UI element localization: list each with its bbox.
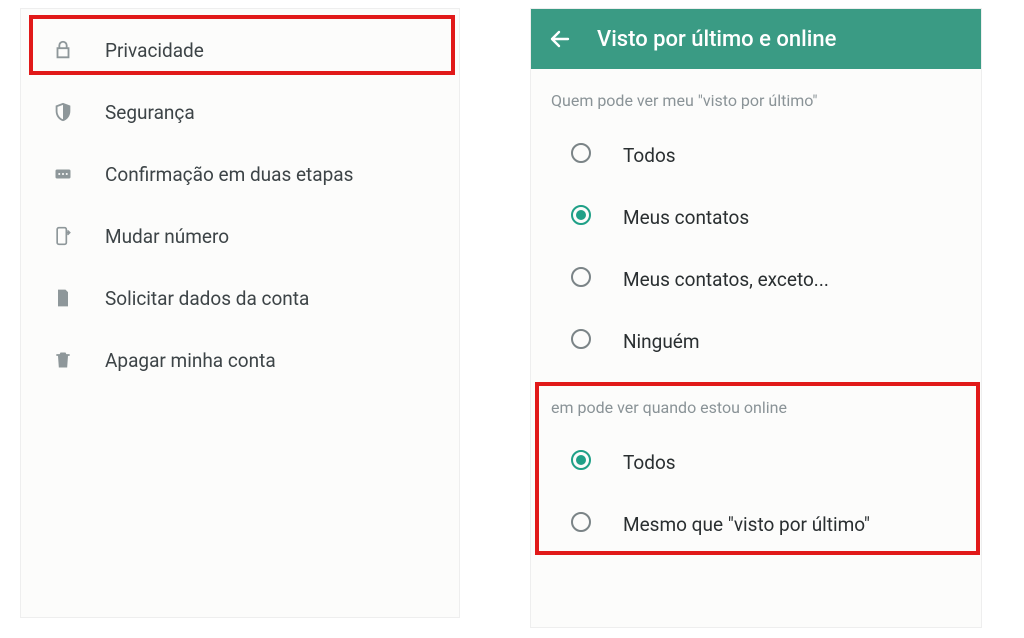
appbar: Visto por último e online bbox=[531, 9, 981, 69]
settings-list: Privacidade Segurança Confirmação em dua… bbox=[21, 9, 459, 391]
radio-lastseen-everyone[interactable]: Todos bbox=[531, 124, 981, 186]
radio-online-sameas[interactable]: Mesmo que "visto por último" bbox=[531, 493, 981, 555]
radio-label: Meus contatos bbox=[623, 206, 749, 229]
settings-item-label: Segurança bbox=[105, 101, 195, 124]
back-button[interactable] bbox=[547, 26, 573, 52]
settings-item-privacy[interactable]: Privacidade bbox=[21, 19, 459, 81]
radio-lastseen-contacts[interactable]: Meus contatos bbox=[531, 186, 981, 248]
radio-unchecked-icon bbox=[569, 327, 593, 355]
settings-item-requestdata[interactable]: Solicitar dados da conta bbox=[21, 267, 459, 329]
radio-unchecked-icon bbox=[569, 510, 593, 538]
settings-item-security[interactable]: Segurança bbox=[21, 81, 459, 143]
dots-rect-icon bbox=[51, 162, 75, 186]
radio-unchecked-icon bbox=[569, 265, 593, 293]
settings-item-label: Mudar número bbox=[105, 225, 229, 248]
settings-item-deleteaccount[interactable]: Apagar minha conta bbox=[21, 329, 459, 391]
radio-checked-icon bbox=[569, 448, 593, 476]
settings-item-changenumber[interactable]: Mudar número bbox=[21, 205, 459, 267]
document-icon bbox=[51, 286, 75, 310]
shield-icon bbox=[51, 100, 75, 124]
radio-checked-icon bbox=[569, 203, 593, 231]
radio-label: Mesmo que "visto por último" bbox=[623, 513, 870, 536]
lock-icon bbox=[51, 38, 75, 62]
radio-online-everyone[interactable]: Todos bbox=[531, 431, 981, 493]
radio-lastseen-nobody[interactable]: Ninguém bbox=[531, 310, 981, 372]
radio-unchecked-icon bbox=[569, 141, 593, 169]
phone-change-icon bbox=[51, 224, 75, 248]
radio-lastseen-except[interactable]: Meus contatos, exceto... bbox=[531, 248, 981, 310]
last-seen-panel: Visto por último e online Quem pode ver … bbox=[530, 8, 982, 628]
settings-item-label: Confirmação em duas etapas bbox=[105, 163, 353, 186]
radio-label: Meus contatos, exceto... bbox=[623, 268, 829, 291]
settings-item-label: Apagar minha conta bbox=[105, 349, 276, 372]
radio-label: Todos bbox=[623, 144, 676, 167]
settings-panel: Privacidade Segurança Confirmação em dua… bbox=[20, 8, 460, 618]
section2-title: em pode ver quando estou online bbox=[531, 382, 981, 431]
radio-label: Ninguém bbox=[623, 330, 700, 353]
settings-item-twostep[interactable]: Confirmação em duas etapas bbox=[21, 143, 459, 205]
settings-item-label: Privacidade bbox=[105, 39, 204, 62]
appbar-title: Visto por último e online bbox=[597, 27, 836, 52]
section1-title: Quem pode ver meu "visto por último" bbox=[531, 69, 981, 124]
settings-item-label: Solicitar dados da conta bbox=[105, 287, 309, 310]
trash-icon bbox=[51, 348, 75, 372]
radio-label: Todos bbox=[623, 451, 676, 474]
